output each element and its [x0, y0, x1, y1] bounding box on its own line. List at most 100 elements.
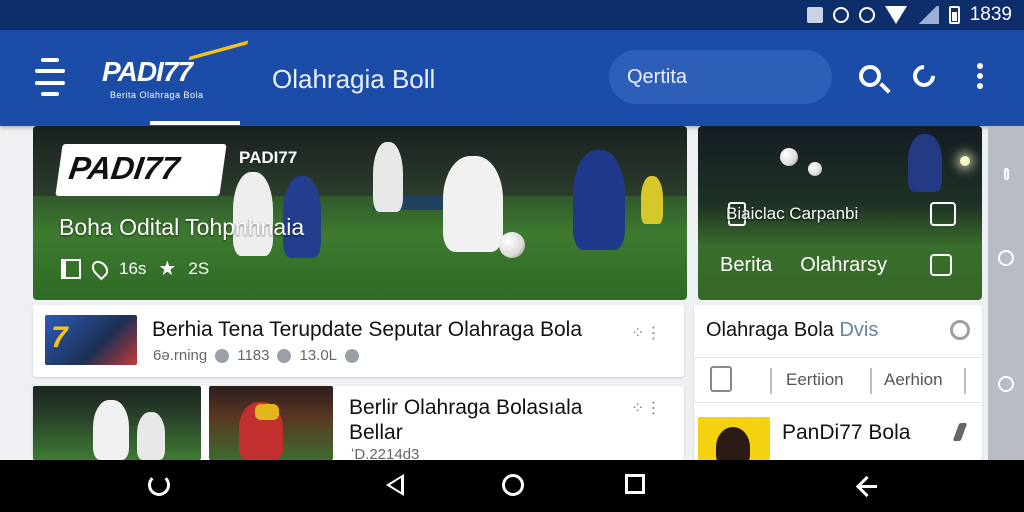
home-button[interactable]	[502, 474, 526, 498]
system-nav-bar	[0, 460, 1024, 512]
hero-player-keeper	[641, 176, 663, 224]
list-item-thumbnail-2	[209, 386, 333, 460]
more-vert-icon	[977, 63, 983, 89]
hero-card[interactable]: PADI77 PADI77 Boha Odital Tohpnhnaia 16s…	[33, 126, 687, 300]
hero-meta: 16s ★ 2S	[61, 256, 209, 281]
signal-icon	[916, 6, 939, 24]
notification-icon	[806, 7, 823, 23]
hero-stars: 2S	[188, 258, 210, 278]
side-link-olahraga[interactable]: Olahrarsy	[800, 254, 887, 277]
rail-dot-2[interactable]	[998, 376, 1014, 392]
rail-dot-1[interactable]	[998, 250, 1014, 266]
panel-title-sub: Dvis	[839, 319, 879, 341]
back-button[interactable]	[386, 474, 410, 498]
edit-icon[interactable]	[952, 423, 968, 441]
list-item[interactable]: Berlir Olahraga Bolasıala Bellar ʻD.2214…	[33, 386, 684, 463]
hero-logo: PADI77	[55, 144, 227, 196]
logo-swoosh	[183, 40, 249, 80]
rotate-icon	[148, 474, 170, 496]
alarm-icon	[832, 7, 849, 23]
panel-refresh-icon[interactable]	[950, 320, 970, 340]
thumb-player-1	[93, 400, 129, 460]
hero-player-blue	[573, 150, 625, 250]
star-icon: ★	[158, 258, 177, 280]
back-triangle-icon	[386, 474, 404, 496]
hero-ball	[499, 232, 525, 258]
overflow-menu-button[interactable]	[962, 58, 998, 94]
list-item-title: Berhia Tena Terupdate Seputar Olahraga B…	[152, 318, 583, 341]
meta-source: 6ə.rning	[153, 347, 208, 364]
panel-title-main: Olahraga Bola	[706, 319, 834, 341]
side-ball-1	[780, 148, 798, 166]
stadium-light	[960, 156, 970, 166]
panel-link-1[interactable]: Eertiion	[786, 370, 844, 390]
menu-icon[interactable]	[34, 58, 66, 96]
status-time: 1839	[969, 4, 1012, 25]
arrow-left-icon	[855, 474, 879, 498]
status-bar: 1839	[0, 0, 1024, 30]
list-item[interactable]: 7 Berhia Tena Terupdate Seputar Olahraga…	[33, 305, 684, 377]
recents-icon	[625, 474, 645, 494]
panel-link-2[interactable]: Aerhion	[884, 370, 943, 390]
share-button[interactable]	[906, 58, 942, 94]
side-links: Berita Olahrarsy	[720, 254, 887, 277]
pin-icon	[88, 257, 112, 280]
list-item-title: Berlir Olahraga Bolasıala	[349, 396, 583, 419]
category-panel: Olahraga Bola Dvis Eertiion Aerhion PanD…	[694, 305, 982, 460]
wifi-icon	[884, 6, 907, 24]
rotate-button[interactable]	[148, 474, 172, 498]
hero-title: Boha Odital Tohpnhnaia	[59, 214, 305, 240]
bookmark-icon[interactable]	[61, 258, 81, 279]
nav-back-arrow-button[interactable]	[855, 474, 879, 498]
app-logo[interactable]: PADI77 Berita Olahraga Bola	[102, 40, 249, 108]
clipboard-icon[interactable]	[710, 366, 732, 392]
logo-tagline: Berita Olahraga Bola	[110, 90, 204, 100]
logo-wordmark: PADI77	[102, 56, 193, 87]
share-icon	[908, 60, 940, 92]
right-rail	[988, 126, 1024, 460]
panel-links-row: Eertiion Aerhion	[694, 357, 982, 403]
meta-count: 1183	[237, 347, 270, 364]
recents-button[interactable]	[625, 474, 649, 498]
list-item-thumbnail-1	[33, 386, 201, 460]
divider	[770, 368, 772, 394]
comment-icon	[215, 348, 230, 363]
side-player-blue	[908, 134, 942, 192]
side-link-berita[interactable]: Berita	[720, 254, 772, 277]
search-input[interactable]	[609, 50, 832, 104]
tab-indicator	[150, 121, 240, 125]
hero-player-far	[373, 142, 403, 212]
thumb-player-2	[137, 412, 165, 460]
hero-views: 16s	[119, 258, 147, 278]
home-icon	[502, 474, 524, 496]
side-ball-2	[808, 162, 822, 176]
search-icon	[859, 65, 881, 87]
panel-item-thumbnail	[698, 417, 770, 460]
rail-scroll-icon[interactable]	[1004, 168, 1009, 180]
camera-icon[interactable]	[930, 202, 956, 226]
puzzle-icon[interactable]	[930, 254, 952, 276]
more-options-icon[interactable]: ⁘⋮	[631, 398, 665, 417]
app-bar: PADI77 Berita Olahraga Bola Olahragia Bo…	[0, 30, 1024, 126]
list-item-title-line-2: Bellar	[349, 421, 403, 444]
meta-likes: 13.0L	[299, 347, 338, 364]
hero-brand-label: PADI77	[239, 148, 298, 167]
thumb-face	[716, 427, 750, 460]
list-item-thumbnail: 7	[45, 315, 137, 365]
page-title: Olahragia Boll	[272, 64, 436, 94]
status-icons: 1839	[806, 4, 1012, 26]
panel-item-title[interactable]: PanDi77 Bola	[782, 421, 910, 445]
hero-player-white	[443, 156, 503, 252]
close-icon[interactable]	[345, 348, 360, 363]
search-button[interactable]	[852, 58, 888, 94]
thumb-up-icon	[277, 348, 292, 363]
more-options-icon[interactable]: ⁘⋮	[631, 323, 665, 342]
thumb-fan-hat	[255, 404, 279, 420]
thumb-seven: 7	[51, 321, 68, 354]
battery-icon	[948, 6, 960, 24]
side-banner-text: Biaiclac Carpanbi	[726, 204, 859, 223]
alarm-clock-icon	[858, 7, 875, 23]
side-feature-card[interactable]: Biaiclac Carpanbi Berita Olahrarsy	[698, 126, 982, 300]
panel-title: Olahraga Bola Dvis	[706, 319, 878, 342]
divider	[870, 368, 872, 394]
